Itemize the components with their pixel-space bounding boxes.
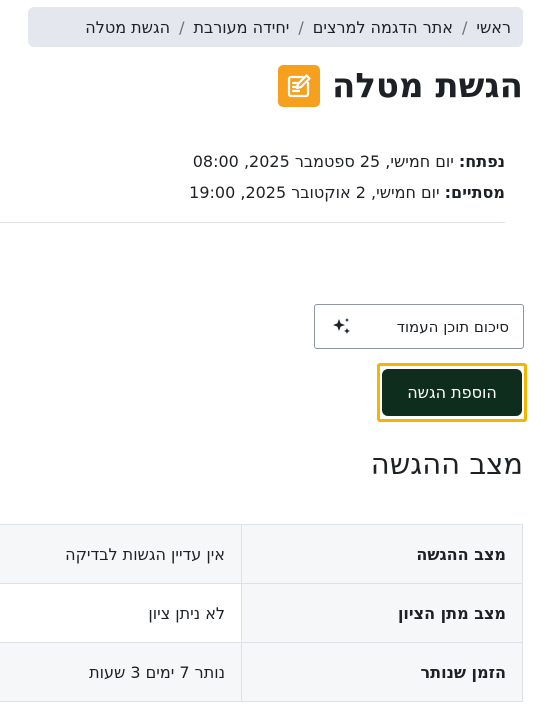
assignment-icon — [277, 65, 320, 107]
status-row-value: נותר 7 ימים 3 שעות — [0, 642, 242, 702]
add-submission-focus-ring: הוספת הגשה — [377, 363, 527, 422]
submission-status-table: מצב ההגשה אין עדיין הגשות לבדיקה מצב מתן… — [0, 524, 523, 702]
opened-value: יום חמישי, 25 ספטמבר 2025, 08:00 — [192, 152, 454, 171]
summarize-page-button[interactable]: סיכום תוכן העמוד — [314, 304, 524, 349]
add-submission-button[interactable]: הוספת הגשה — [382, 369, 522, 416]
status-row-label: מצב מתן הציון — [241, 583, 523, 643]
breadcrumb: ראשי / אתר הדגמה למרצים / יחידה מעורבת /… — [28, 7, 523, 47]
breadcrumb-site-link[interactable]: אתר הדגמה למרצים — [313, 18, 453, 37]
page-header: הגשת מטלה — [277, 65, 523, 107]
breadcrumb-current-link[interactable]: הגשת מטלה — [85, 18, 170, 37]
table-row: מצב מתן הציון לא ניתן ציון — [0, 583, 523, 643]
status-row-value: אין עדיין הגשות לבדיקה — [0, 524, 242, 584]
breadcrumb-separator: / — [179, 17, 185, 37]
summary-button-label: סיכום תוכן העמוד — [396, 317, 509, 336]
breadcrumb-home-link[interactable]: ראשי — [476, 18, 511, 37]
submission-status-heading: מצב ההגשה — [370, 447, 523, 481]
table-row: הזמן שנותר נותר 7 ימים 3 שעות — [0, 642, 523, 702]
due-label: מסתיים: — [444, 183, 505, 202]
page-title: הגשת מטלה — [331, 66, 523, 106]
table-row: מצב ההגשה אין עדיין הגשות לבדיקה — [0, 524, 523, 584]
status-row-value: לא ניתן ציון — [0, 583, 242, 643]
status-row-label: הזמן שנותר — [241, 642, 523, 702]
breadcrumb-separator: / — [298, 17, 304, 37]
status-row-label: מצב ההגשה — [241, 524, 523, 584]
due-value: יום חמישי, 2 אוקטובר 2025, 19:00 — [189, 183, 440, 202]
breadcrumb-unit-link[interactable]: יחידה מעורבת — [193, 18, 289, 37]
divider — [0, 222, 505, 223]
sparkles-icon — [331, 316, 353, 338]
assignment-dates: נפתח: יום חמישי, 25 ספטמבר 2025, 08:00 מ… — [189, 146, 505, 208]
due-date-row: מסתיים: יום חמישי, 2 אוקטובר 2025, 19:00 — [189, 177, 505, 208]
breadcrumb-separator: / — [461, 17, 468, 37]
opened-date-row: נפתח: יום חמישי, 25 ספטמבר 2025, 08:00 — [189, 146, 505, 177]
opened-label: נפתח: — [458, 152, 505, 171]
